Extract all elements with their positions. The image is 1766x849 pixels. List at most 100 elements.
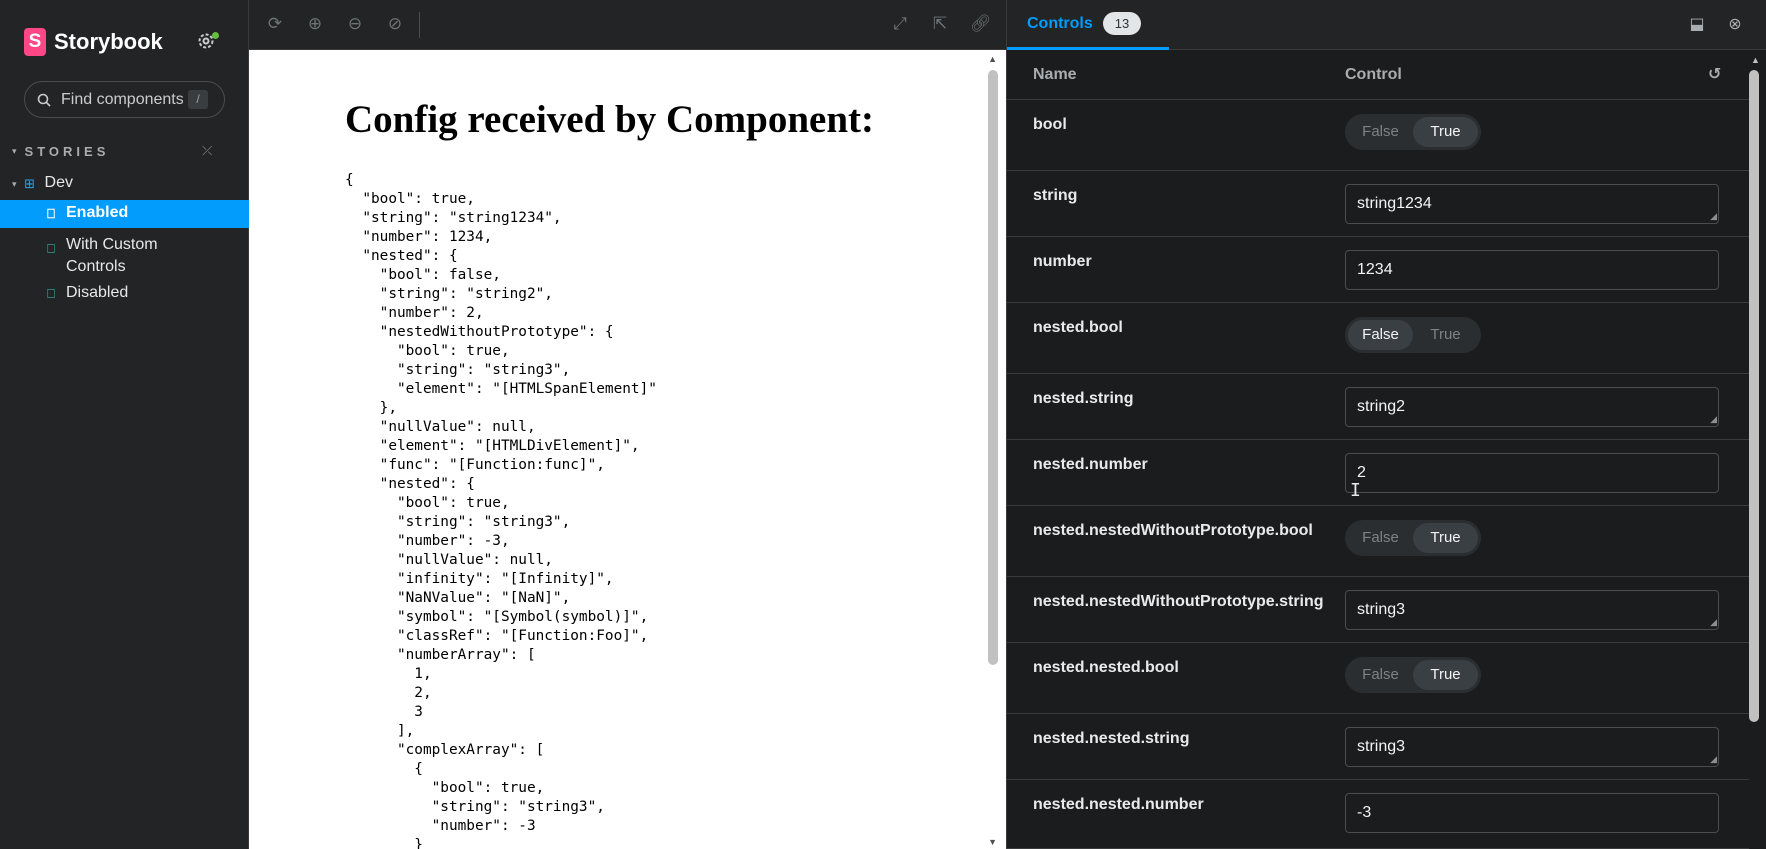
search-icon: [37, 93, 51, 107]
toggle-false-option[interactable]: False: [1348, 523, 1413, 553]
brand-name: Storybook: [54, 29, 163, 54]
toggle-true-option[interactable]: True: [1413, 523, 1478, 553]
control-name: nested.string: [1033, 390, 1134, 407]
addons-panel: Controls 13 ⬓ ⊗ Name Control ↺ bool False…: [1006, 0, 1766, 849]
control-row: bool False True: [1007, 100, 1749, 171]
toggle-true-option[interactable]: True: [1413, 660, 1478, 690]
zoom-in-button[interactable]: ⊕: [305, 14, 325, 34]
control-name: nested.nestedWithoutPrototype.bool: [1033, 522, 1313, 539]
reset-controls-button[interactable]: ↺: [1708, 64, 1721, 84]
zoom-reset-icon: ⊘: [387, 14, 403, 33]
sidebar-item-enabled[interactable]: ⎕ Enabled: [0, 200, 249, 228]
control-value: 2: [1357, 464, 1366, 481]
panel-tabbar: Controls 13 ⬓ ⊗: [1007, 0, 1766, 50]
search-field[interactable]: Find components /: [24, 81, 225, 118]
toggle-true-option[interactable]: True: [1413, 320, 1478, 350]
control-name: nested.nested.number: [1033, 796, 1204, 813]
text-control-input[interactable]: string3 ◢: [1345, 590, 1719, 630]
refresh-icon: ⟳: [267, 14, 283, 33]
text-cursor-icon: I: [1350, 480, 1361, 501]
number-control-input[interactable]: 1234: [1345, 250, 1719, 290]
control-name: string: [1033, 187, 1078, 204]
collapse-icon: ⤫: [202, 143, 213, 158]
close-panel-button[interactable]: ⊗: [1725, 15, 1745, 35]
text-control-input[interactable]: string1234 ◢: [1345, 184, 1719, 224]
storybook-logo-icon: S: [24, 28, 46, 56]
zoom-in-icon: ⊕: [307, 14, 323, 33]
column-header-name: Name: [1033, 66, 1077, 83]
toggle-false-option[interactable]: False: [1348, 660, 1413, 690]
copy-link-button[interactable]: 🔗︎: [970, 14, 992, 34]
number-control-input[interactable]: -3: [1345, 793, 1719, 833]
sidebar-group-label: Dev: [44, 174, 73, 191]
control-row: nested.nestedWithoutPrototype.string stri…: [1007, 577, 1749, 643]
control-value: -3: [1357, 804, 1372, 821]
boolean-toggle[interactable]: False True: [1345, 657, 1481, 693]
zoom-out-button[interactable]: ⊖: [345, 14, 365, 34]
control-value: string3: [1357, 738, 1406, 755]
control-row: nested.nestedWithoutPrototype.bool False T…: [1007, 506, 1749, 577]
controls-scrollbar[interactable]: [1749, 70, 1759, 722]
chevron-down-icon: ▾: [12, 179, 17, 189]
scroll-down-arrow[interactable]: ▼: [988, 837, 997, 847]
brand[interactable]: S Storybook: [24, 28, 163, 56]
text-control-input[interactable]: string3 ◢: [1345, 727, 1719, 767]
resize-handle-icon[interactable]: ◢: [1710, 754, 1717, 765]
preview-canvas: Config received by Component: { "bool": …: [249, 50, 1006, 849]
tab-controls[interactable]: Controls 13: [1007, 0, 1169, 50]
sidebar-item-label: With Custom Controls: [66, 236, 158, 275]
settings-button[interactable]: [196, 31, 220, 55]
preview-scrollbar[interactable]: [988, 70, 998, 665]
sidebar-item-label: Disabled: [66, 284, 129, 301]
search-input[interactable]: Find components: [61, 91, 183, 109]
text-control-input[interactable]: string2 ◢: [1345, 387, 1719, 427]
control-name: bool: [1033, 116, 1067, 133]
stories-heading[interactable]: ▾ STORIES: [12, 144, 109, 159]
boolean-toggle[interactable]: False True: [1345, 114, 1481, 150]
undo-icon: ↺: [1708, 66, 1722, 83]
control-row: number 1234: [1007, 237, 1749, 303]
bookmark-icon: ⎕: [47, 206, 55, 221]
scroll-up-arrow[interactable]: ▲: [1751, 55, 1760, 65]
controls-table-header: Name Control ↺: [1007, 50, 1749, 100]
resize-handle-icon[interactable]: ◢: [1710, 617, 1717, 628]
control-row: nested.number 2: [1007, 440, 1749, 506]
control-row: nested.nested.number -3: [1007, 780, 1749, 849]
link-icon: 🔗︎: [970, 14, 992, 33]
resize-handle-icon[interactable]: ◢: [1710, 414, 1717, 425]
control-value: string2: [1357, 398, 1406, 415]
control-value: string3: [1357, 601, 1406, 618]
search-shortcut-key: /: [188, 90, 208, 109]
zoom-reset-button[interactable]: ⊘: [385, 14, 405, 34]
resize-handle-icon[interactable]: ◢: [1710, 211, 1717, 222]
chevron-down-icon: ▾: [12, 146, 17, 156]
control-row: nested.nested.string string3 ◢: [1007, 714, 1749, 780]
column-header-control: Control: [1345, 66, 1402, 83]
sidebar-item-with-custom-controls[interactable]: ⎕ With Custom Controls: [0, 234, 249, 278]
stories-heading-label: STORIES: [24, 144, 110, 159]
toolbar-divider: [419, 12, 420, 38]
update-status-dot: [212, 32, 219, 39]
boolean-toggle[interactable]: False True: [1345, 520, 1481, 556]
close-icon: ⊗: [1728, 16, 1742, 33]
config-json: { "bool": true, "string": "string1234", …: [345, 172, 657, 849]
scroll-up-arrow[interactable]: ▲: [988, 54, 997, 64]
bookmark-icon: ⎕: [47, 241, 55, 256]
control-value: string1234: [1357, 195, 1432, 212]
storybook-app: S Storybook Find components / ▾ STORIES …: [0, 0, 1766, 849]
sidebar-item-disabled[interactable]: ⎕ Disabled: [0, 284, 249, 302]
collapse-all-button[interactable]: ⤫: [202, 143, 212, 159]
open-new-tab-button[interactable]: ⇱: [930, 14, 950, 34]
number-control-input[interactable]: 2: [1345, 453, 1719, 493]
panel-position-button[interactable]: ⬓: [1687, 15, 1707, 35]
boolean-toggle[interactable]: False True: [1345, 317, 1481, 353]
toggle-true-option[interactable]: True: [1413, 117, 1478, 147]
toggle-false-option[interactable]: False: [1348, 320, 1413, 350]
toggle-false-option[interactable]: False: [1348, 117, 1413, 147]
remount-button[interactable]: ⟳: [265, 14, 285, 34]
sidebar-item-label: Enabled: [66, 204, 129, 221]
control-row: nested.bool False True: [1007, 303, 1749, 374]
sidebar-group-dev[interactable]: ▾ ⊞ Dev: [12, 174, 261, 192]
control-row: nested.string string2 ◢: [1007, 374, 1749, 440]
fullscreen-button[interactable]: ⤢: [890, 14, 910, 34]
